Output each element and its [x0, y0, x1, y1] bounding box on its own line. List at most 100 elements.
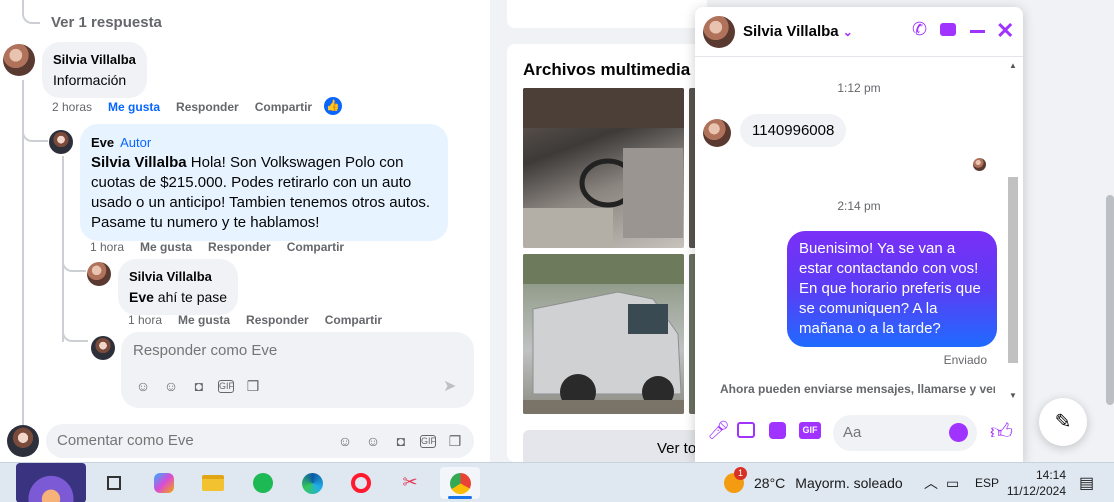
opera-icon[interactable] — [341, 467, 381, 499]
like-button[interactable]: Me gusta — [108, 100, 160, 114]
comment-text: Información — [53, 72, 127, 88]
network-icon[interactable]: ▭ — [946, 463, 959, 502]
comment-author[interactable]: Eve — [91, 135, 114, 150]
read-receipt-avatar — [973, 158, 986, 171]
incoming-message[interactable]: 1140996008 — [740, 114, 847, 147]
gif-icon[interactable]: GIF — [799, 422, 821, 439]
chat-composer: 🎤︎ GIF 👍︎ — [695, 406, 1023, 462]
desktop-wallpaper-button[interactable] — [16, 463, 86, 502]
notifications-icon[interactable]: ▤ — [1079, 463, 1094, 502]
mention-link[interactable]: Eve — [129, 289, 154, 305]
mention-link[interactable]: Silvia Villalba — [91, 154, 187, 171]
close-icon[interactable]: ✕ — [996, 18, 1014, 44]
sticker-icon[interactable]: ❒ — [244, 377, 262, 395]
reply-input[interactable] — [133, 342, 453, 359]
page-scroll-thumb[interactable] — [1106, 195, 1114, 405]
emoji-icon[interactable]: ☺ — [162, 377, 180, 395]
comment-actions: 1 hora Me gusta Responder Compartir — [128, 313, 382, 327]
like-button[interactable]: Me gusta — [178, 313, 230, 327]
tray-chevron-icon[interactable]: ︿ — [924, 463, 938, 502]
share-button[interactable]: Compartir — [287, 240, 344, 254]
gif-icon[interactable]: GIF — [420, 434, 436, 448]
share-button[interactable]: Compartir — [255, 100, 312, 114]
message-timestamp: 2:14 pm — [837, 199, 881, 213]
camera-icon[interactable]: ◘ — [190, 377, 208, 395]
avatar — [7, 425, 39, 457]
avatar[interactable] — [49, 130, 73, 154]
thumbs-up-icon[interactable]: 👍︎ — [990, 418, 1013, 445]
weather-desc: Mayorm. soleado — [795, 475, 903, 491]
sticker-icon[interactable] — [769, 422, 786, 439]
emoji-icon[interactable] — [949, 423, 968, 442]
avatar — [91, 336, 115, 360]
avatar-sticker-icon[interactable]: ☺ — [134, 377, 152, 395]
compose-icon: ✎ — [1054, 411, 1072, 433]
reply-button[interactable]: Responder — [176, 100, 239, 114]
clock-date: 11/12/2024 — [1006, 484, 1066, 498]
like-reaction-icon[interactable]: 👍 — [324, 97, 342, 115]
thread-line — [62, 320, 88, 342]
car-exterior-image — [523, 254, 684, 414]
chrome-icon[interactable] — [440, 467, 480, 499]
message-status: Enviado — [943, 353, 987, 367]
chat-scrollbar[interactable]: ▲ ▼ — [1005, 57, 1021, 406]
language-indicator[interactable]: ESP — [975, 463, 999, 502]
like-button[interactable]: Me gusta — [140, 240, 192, 254]
sender-avatar[interactable] — [703, 119, 731, 147]
chat-avatar[interactable] — [703, 16, 735, 48]
avatar[interactable] — [87, 262, 111, 286]
info-card — [507, 0, 707, 28]
weather-sun-icon: 1 — [724, 467, 747, 493]
view-all-media-button[interactable]: Ver to — [523, 430, 707, 462]
media-photo[interactable] — [523, 88, 684, 248]
comment-time[interactable]: 1 hora — [128, 313, 162, 327]
scroll-thumb[interactable] — [1008, 177, 1018, 363]
reply-button[interactable]: Responder — [246, 313, 309, 327]
media-panel: Archivos multimedia re Ver to — [507, 44, 707, 462]
media-photo[interactable] — [523, 254, 684, 414]
avatar[interactable] — [3, 44, 35, 76]
comment-author[interactable]: Silvia Villalba — [53, 50, 136, 70]
comment-bubble: Eve Autor Silvia Villalba Hola! Son Volks… — [80, 124, 448, 241]
outgoing-message[interactable]: Buenisimo! Ya se van a estar contactando… — [787, 231, 997, 347]
send-icon[interactable]: ➤ — [443, 376, 456, 396]
file-explorer-icon[interactable] — [193, 467, 233, 499]
photo-icon[interactable] — [737, 422, 755, 438]
new-message-button[interactable]: ✎ — [1039, 398, 1087, 446]
message-input[interactable] — [843, 424, 943, 441]
comment-input[interactable] — [57, 432, 327, 449]
weather-widget[interactable]: 1 28°C Mayorm. soleado — [724, 463, 903, 502]
phone-icon[interactable]: ✆ — [912, 19, 927, 40]
emoji-icon[interactable]: ☺ — [364, 432, 382, 450]
minimize-icon[interactable] — [970, 30, 985, 33]
comment-box: ☺ ☺ ◘ GIF ❒ — [46, 424, 474, 458]
chevron-down-icon[interactable]: ⌄ — [843, 25, 853, 39]
reply-button[interactable]: Responder — [208, 240, 271, 254]
avatar-sticker-icon[interactable]: ☺ — [336, 432, 354, 450]
comment-time[interactable]: 1 hora — [90, 240, 124, 254]
comment-author[interactable]: Silvia Villalba — [129, 267, 227, 287]
comment-bubble: Silvia Villalba Eve ahí te pase — [118, 259, 239, 315]
camera-icon[interactable]: ◘ — [392, 432, 410, 450]
comment-text: ahí te pase — [153, 289, 228, 305]
scroll-up-arrow[interactable]: ▲ — [1009, 61, 1017, 70]
spotify-icon[interactable] — [243, 467, 283, 499]
page-scrollbar[interactable] — [1103, 0, 1114, 462]
microphone-icon[interactable]: 🎤︎ — [707, 420, 730, 441]
video-call-icon[interactable] — [940, 23, 956, 36]
task-view-icon[interactable] — [94, 467, 134, 499]
gif-icon[interactable]: GIF — [218, 379, 234, 393]
share-button[interactable]: Compartir — [325, 313, 382, 327]
copilot-icon[interactable] — [144, 467, 184, 499]
scroll-down-arrow[interactable]: ▼ — [1009, 391, 1017, 400]
sticker-icon[interactable]: ❒ — [446, 432, 464, 450]
comment-bubble: Silvia Villalba Información — [42, 42, 147, 98]
thread-line — [62, 156, 64, 342]
clock[interactable]: 14:14 11/12/2024 — [1006, 463, 1066, 502]
edge-icon[interactable] — [292, 467, 332, 499]
comment-time[interactable]: 2 horas — [52, 100, 92, 114]
view-replies-link[interactable]: Ver 1 respuesta — [51, 14, 162, 31]
snipping-tool-icon[interactable]: ✂ — [390, 467, 430, 499]
chat-contact-name[interactable]: Silvia Villalba ⌄ — [743, 23, 853, 40]
message-input-box — [833, 415, 977, 451]
